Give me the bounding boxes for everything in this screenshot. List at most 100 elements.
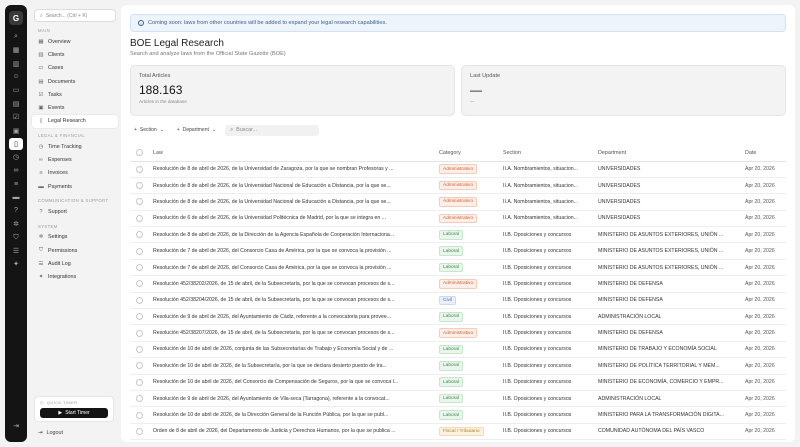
table-search-placeholder: Buscar...	[236, 127, 258, 133]
sidebar-item-overview[interactable]: ▦ Overview	[32, 35, 118, 48]
row-checkbox[interactable]	[136, 182, 143, 190]
column-header-law[interactable]: Law	[153, 145, 439, 162]
table-row[interactable]: Resolución de 8 de abril de 2026, de la …	[130, 226, 786, 244]
list-icon[interactable]: ☰	[9, 245, 23, 257]
table-row[interactable]: Resolución de 10 de abril de 2026, del C…	[130, 374, 786, 391]
start-timer-button[interactable]: ▶ Start Timer	[40, 408, 108, 418]
law-cell[interactable]: Resolución de 9 de abril de 2026, del Ay…	[153, 390, 439, 408]
row-checkbox[interactable]	[136, 362, 143, 370]
sidebar-item-documents[interactable]: ▤ Documents	[32, 75, 118, 88]
help-icon[interactable]: ?	[9, 205, 23, 217]
table-row[interactable]: Resolución de 7 de abril de 2026, del Co…	[130, 259, 786, 277]
sidebar-item-time-tracking[interactable]: ◷ Time Tracking	[32, 140, 118, 153]
table-row[interactable]: Resolución de 8 de abril de 2026, de la …	[130, 177, 786, 195]
table-row[interactable]: Resolución de 10 de abril de 2026, de la…	[130, 406, 786, 424]
check-icon[interactable]: ☑	[9, 111, 23, 123]
shield-icon[interactable]: ⛉	[9, 232, 23, 244]
law-cell[interactable]: Resolución de 10 de abril de 2026, de la…	[153, 406, 439, 424]
law-cell[interactable]: Resolución de 7 de abril de 2026, del Co…	[153, 242, 439, 260]
search-icon[interactable]: ⌕	[9, 31, 23, 43]
table-row[interactable]: Resolución de 9 de abril de 2026, del Ay…	[130, 390, 786, 408]
table-row[interactable]: Resolución de 10 de abril de 2026, conju…	[130, 341, 786, 359]
row-checkbox[interactable]	[136, 296, 143, 304]
receipt-icon[interactable]: ≡	[9, 178, 23, 190]
sidebar-item-support[interactable]: ? Support	[32, 205, 118, 218]
row-checkbox[interactable]	[136, 247, 143, 255]
row-checkbox[interactable]	[136, 198, 143, 206]
table-search-input[interactable]: ⌕ Buscar...	[225, 124, 320, 136]
law-cell[interactable]: Resolución 452/38202/2026, de 15 de abri…	[153, 275, 439, 293]
law-cell[interactable]: Resolución de 6 de abril de 2026, de la …	[153, 210, 439, 228]
table-row[interactable]: Resolución de 6 de abril de 2026, de la …	[130, 210, 786, 228]
sidebar-item-settings[interactable]: ✲ Settings	[32, 231, 118, 244]
column-header-category[interactable]: Category	[439, 145, 503, 162]
table-row[interactable]: Orden de 8 de abril de 2026, del Departa…	[130, 423, 786, 441]
row-checkbox[interactable]	[136, 329, 143, 337]
column-header-section[interactable]: Section	[503, 145, 598, 162]
sidebar-item-clients[interactable]: ▥ Clients	[32, 48, 118, 61]
law-cell[interactable]: Resolución de 7 de abril de 2026, del Co…	[153, 259, 439, 277]
section-filter[interactable]: + Section ⌄	[130, 125, 168, 136]
law-cell[interactable]: Resolución 452/38204/2026, de 15 de abri…	[153, 292, 439, 310]
row-checkbox[interactable]	[136, 345, 143, 353]
table-row[interactable]: Resolución de 7 de abril de 2026, del Co…	[130, 242, 786, 260]
row-checkbox[interactable]	[136, 264, 143, 272]
row-checkbox[interactable]	[136, 280, 143, 288]
table-row[interactable]: Resolución de 8 de abril de 2026, de la …	[130, 161, 786, 178]
puzzle-icon[interactable]: ✦	[9, 259, 23, 271]
law-cell[interactable]: Resolución de 10 de abril de 2026, del C…	[153, 374, 439, 391]
sidebar-item-invoices[interactable]: ≡ Invoices	[32, 167, 118, 180]
sidebar-item-events[interactable]: ▣ Events	[32, 101, 118, 114]
book-icon[interactable]: ▯	[9, 138, 23, 150]
table-row[interactable]: Resolución de 10 de abril de 2026, de la…	[130, 357, 786, 375]
users-icon[interactable]: ☺	[9, 71, 23, 83]
grid-icon[interactable]: ▦	[9, 44, 23, 56]
sidebar-item-audit-log[interactable]: ☰ Audit Log	[32, 257, 118, 270]
sidebar-item-integrations[interactable]: ✦ Integrations	[32, 270, 118, 283]
law-cell[interactable]: Resolución 452/38207/2026, de 15 de abri…	[153, 324, 439, 342]
law-cell[interactable]: Resolución de 8 de abril de 2026, de la …	[153, 193, 439, 211]
sidebar-item-label: Time Tracking	[48, 143, 82, 150]
row-checkbox[interactable]	[136, 427, 143, 435]
table-row[interactable]: Resolución de 9 de abril de 2026, del Ay…	[130, 308, 786, 326]
sidebar-search[interactable]: ⌕ Search... (Ctrl + K)	[34, 9, 116, 22]
law-cell[interactable]: Orden de 8 de abril de 2026, del Departa…	[153, 423, 439, 441]
table-row[interactable]: Resolución 452/38204/2026, de 15 de abri…	[130, 292, 786, 310]
column-header-date[interactable]: Date	[745, 145, 786, 162]
logout-icon[interactable]: ⇥	[9, 421, 23, 433]
row-checkbox[interactable]	[136, 378, 143, 386]
folder-icon[interactable]: ▭	[9, 85, 23, 97]
sidebar-item-permissions[interactable]: ⛉ Permissions	[32, 244, 118, 257]
select-all-checkbox[interactable]	[136, 149, 143, 157]
law-cell[interactable]: Resolución de 10 de abril de 2026, conju…	[153, 341, 439, 359]
sidebar-item-cases[interactable]: ▭ Cases	[32, 62, 118, 75]
row-checkbox[interactable]	[136, 214, 143, 222]
logout-link[interactable]: ⇥ Logout	[38, 430, 63, 436]
building-icon[interactable]: ▥	[9, 58, 23, 70]
sidebar-item-tasks[interactable]: ☑ Tasks	[32, 88, 118, 101]
link-icon[interactable]: ∞	[9, 165, 23, 177]
sidebar-item-payments[interactable]: ▬ Payments	[32, 180, 118, 193]
law-cell[interactable]: Resolución de 8 de abril de 2026, de la …	[153, 226, 439, 244]
law-cell[interactable]: Resolución de 8 de abril de 2026, de la …	[153, 161, 439, 178]
calendar-icon[interactable]: ▣	[9, 125, 23, 137]
law-cell[interactable]: Resolución de 9 de abril de 2026, del Ay…	[153, 308, 439, 326]
law-cell[interactable]: Resolución de 10 de abril de 2026, de la…	[153, 357, 439, 375]
table-row[interactable]: Resolución de 8 de abril de 2026, de la …	[130, 193, 786, 211]
law-cell[interactable]: Resolución de 8 de abril de 2026, de la …	[153, 177, 439, 195]
document-icon[interactable]: ▤	[9, 98, 23, 110]
table-row[interactable]: Resolución 452/38207/2026, de 15 de abri…	[130, 324, 786, 342]
table-row[interactable]: Resolución 452/38202/2026, de 15 de abri…	[130, 275, 786, 293]
card-icon[interactable]: ▬	[9, 192, 23, 204]
row-checkbox[interactable]	[136, 231, 143, 239]
column-header-department[interactable]: Department	[598, 145, 745, 162]
row-checkbox[interactable]	[136, 313, 143, 321]
department-filter[interactable]: + Department ⌄	[173, 125, 220, 136]
sidebar-item-expenses[interactable]: ∞ Expenses	[32, 153, 118, 166]
sidebar-item-legal-research[interactable]: ▯ Legal Research	[32, 114, 118, 129]
gear-icon[interactable]: ✲	[9, 218, 23, 230]
row-checkbox[interactable]	[136, 411, 143, 419]
row-checkbox[interactable]	[136, 165, 143, 173]
row-checkbox[interactable]	[136, 395, 143, 403]
clock-icon[interactable]: ◷	[9, 152, 23, 164]
